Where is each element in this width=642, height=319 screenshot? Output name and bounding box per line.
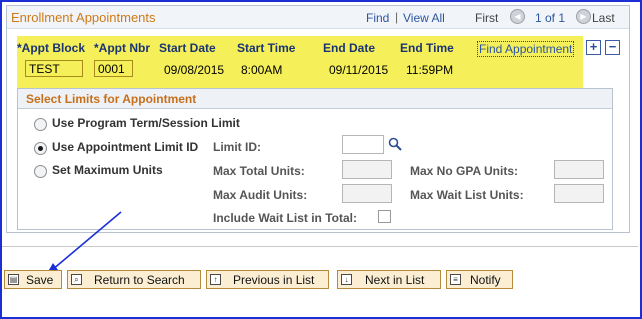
notify-icon: ≡: [450, 274, 461, 285]
search-return-icon: ⌕: [71, 274, 82, 285]
save-label: Save: [26, 273, 54, 287]
notify-label: Notify: [470, 273, 501, 287]
save-icon: ▤: [8, 274, 19, 285]
save-button[interactable]: ▤ Save: [4, 270, 62, 289]
next-in-list-button[interactable]: ↓ Next in List: [337, 270, 441, 289]
next-in-list-label: Next in List: [365, 273, 425, 287]
notify-button[interactable]: ≡ Notify: [446, 270, 513, 289]
previous-list-icon: ↑: [210, 274, 221, 285]
next-list-icon: ↓: [341, 274, 352, 285]
return-to-search-label: Return to Search: [94, 273, 185, 287]
previous-in-list-label: Previous in List: [233, 273, 315, 287]
return-to-search-button[interactable]: ⌕ Return to Search: [67, 270, 201, 289]
previous-in-list-button[interactable]: ↑ Previous in List: [206, 270, 329, 289]
